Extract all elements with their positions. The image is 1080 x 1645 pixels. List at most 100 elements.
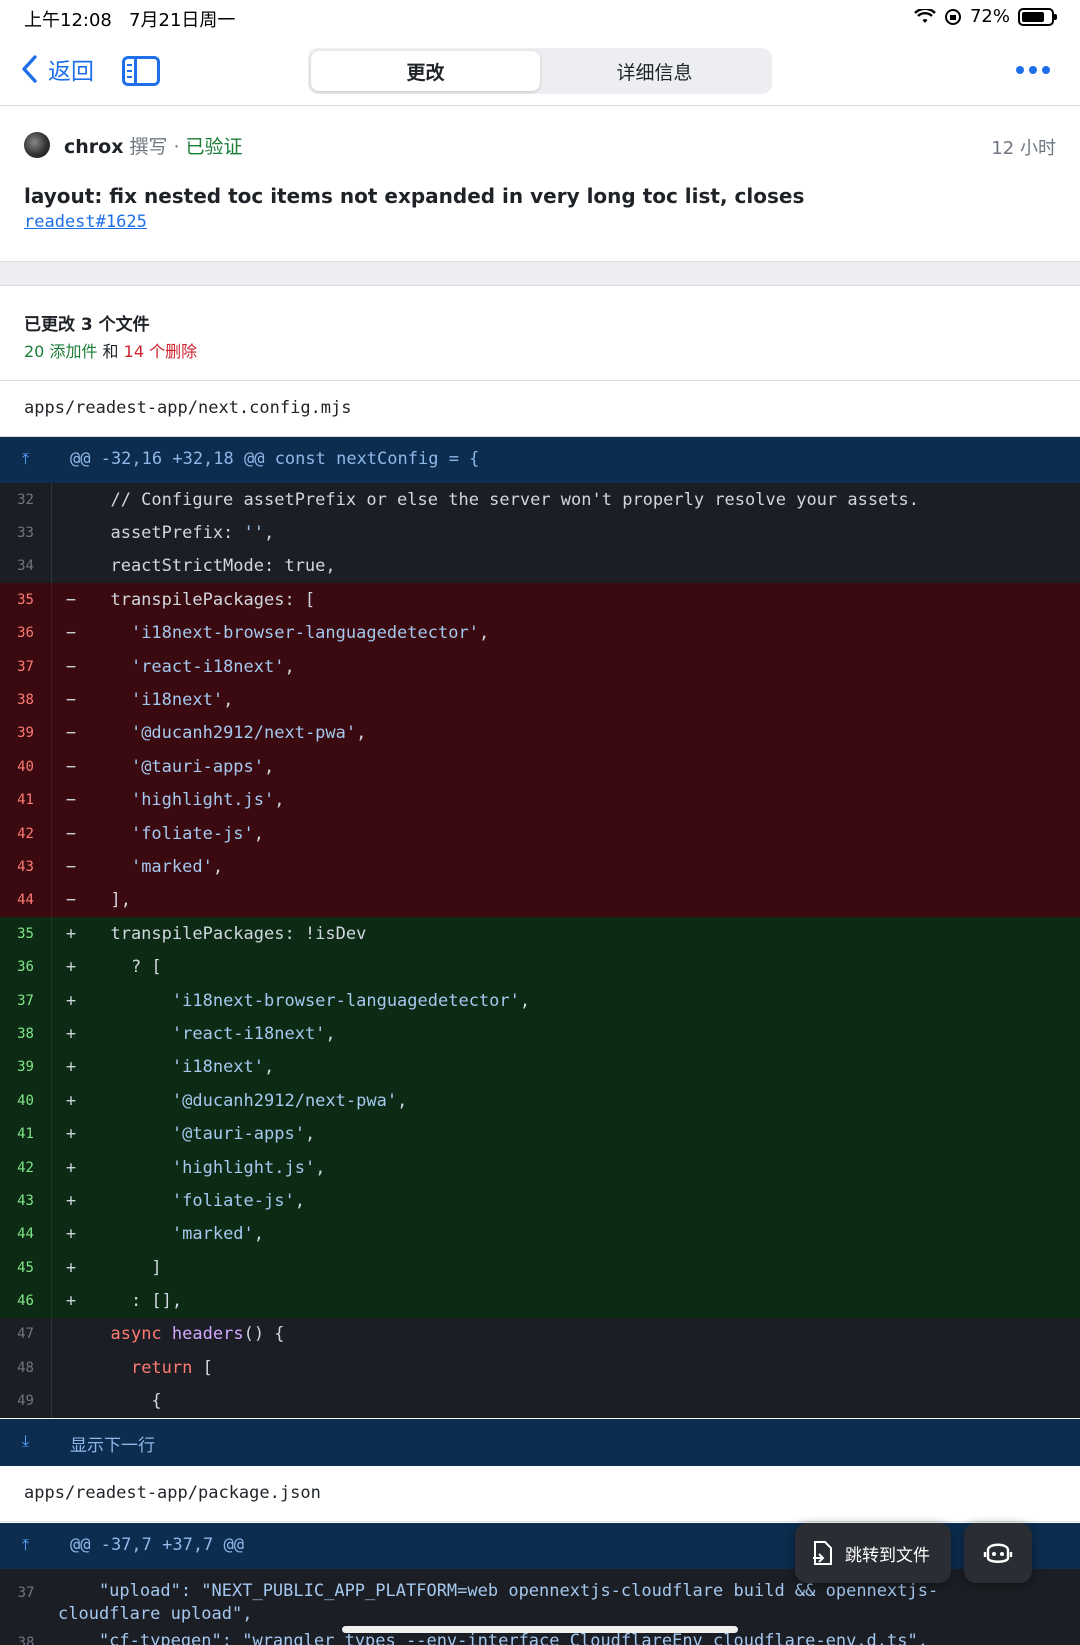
status-bar: 上午12:08 7月21日周一 72% (0, 0, 1080, 36)
line-number: 46 (0, 1284, 52, 1318)
line-number: 41 (0, 783, 52, 817)
author-name[interactable]: chrox (64, 136, 123, 158)
context-line[interactable]: 47 async headers() { (0, 1317, 1080, 1352)
file-header[interactable]: apps/readest-app/next.config.mjs (0, 381, 1080, 437)
line-number: 44 (0, 1217, 52, 1251)
code-line: "upload": "NEXT_PUBLIC_APP_PLATFORM=web … (58, 1581, 939, 1601)
deleted-line[interactable]: 37− 'react-i18next', (0, 649, 1080, 684)
added-line[interactable]: 36 + ? [ (0, 950, 1080, 984)
code-line: 'foliate-js', (171, 1190, 305, 1211)
avatar[interactable] (24, 132, 50, 158)
diff-sign: + (65, 1291, 77, 1312)
code-line: 'react-i18next', (171, 1023, 336, 1044)
commit-header: chrox 撰写 · 已验证 12 小时 layout: fix nested … (0, 106, 1080, 262)
diff-sign: − (65, 756, 77, 777)
verified-badge[interactable]: 已验证 (186, 132, 243, 159)
show-next-line-button[interactable]: ⤓ 显示下一行 (0, 1419, 1080, 1466)
added-line[interactable]: 38 + 'react-i18next', (0, 1017, 1080, 1051)
added-line[interactable]: 41 + '@tauri-apps', (0, 1117, 1080, 1151)
home-indicator (342, 1626, 738, 1633)
chevron-left-icon (22, 55, 37, 83)
code-line: 'i18next-browser-languagedetector', (171, 990, 531, 1011)
line-number: 42 (0, 1150, 52, 1185)
back-button[interactable]: 返回 (18, 52, 94, 86)
code-line: ? [ (90, 957, 162, 978)
more-options-icon[interactable] (1016, 66, 1050, 74)
diff-sign: + (65, 923, 77, 944)
code-line: 'highlight.js', (130, 790, 285, 811)
sidebar-toggle-icon[interactable] (122, 56, 160, 86)
code-line: "cf-typegen": "wrangler types --env-inte… (58, 1631, 928, 1645)
diff-sign: + (65, 1090, 77, 1111)
file-jump-icon (813, 1541, 832, 1565)
context-line[interactable]: 34 reactStrictMode: true, (0, 549, 1080, 584)
code-line: 'marked', (130, 856, 224, 877)
author-line: chrox 撰写 · 已验证 (64, 132, 243, 159)
code-line: 'foliate-js', (130, 823, 265, 844)
deleted-line[interactable]: 35− transpilePackages: [ (0, 583, 1080, 617)
line-number: 49 (0, 1384, 52, 1418)
context-line[interactable]: 33 assetPrefix: '', (0, 516, 1080, 550)
diff-sign: + (65, 1057, 77, 1078)
deleted-line[interactable]: 43− 'marked', (0, 850, 1080, 884)
code-line: async headers() { (110, 1324, 285, 1345)
tab-details[interactable]: 详细信息 (540, 51, 769, 91)
expand-up-icon[interactable]: ⤒ (22, 1535, 42, 1555)
deleted-line[interactable]: 36− 'i18next-browser-languagedetector', (0, 616, 1080, 650)
deleted-line[interactable]: 38− 'i18next', (0, 683, 1080, 717)
added-line[interactable]: 42 + 'highlight.js', (0, 1150, 1080, 1185)
diff-sign: − (65, 723, 77, 744)
added-line[interactable]: 44 + 'marked', (0, 1217, 1080, 1251)
line-number: 43 (0, 850, 52, 884)
copilot-icon (983, 1543, 1013, 1563)
added-line[interactable]: 46 + : [], (0, 1284, 1080, 1318)
status-right: 72% (914, 6, 1057, 27)
code-line: 'i18next', (130, 690, 234, 711)
jump-to-file-label: 跳转到文件 (845, 1545, 930, 1566)
commit-time: 12 小时 (991, 138, 1056, 159)
added-line[interactable]: 35 + transpilePackages: !isDev (0, 917, 1080, 951)
wifi-icon (914, 8, 936, 23)
line-number: 44 (0, 883, 52, 918)
code-line: '@tauri-apps', (130, 756, 275, 777)
context-line[interactable]: 49 { (0, 1384, 1080, 1418)
changes-summary: 已更改 3 个文件 20 添加件 和 14 个删除 (0, 286, 1080, 381)
expand-down-icon: ⤓ (22, 1431, 30, 1450)
file-name: apps/readest-app/package.json (24, 1483, 321, 1503)
navigation-bar: 返回 更改 详细信息 (0, 44, 1080, 106)
diff-sign: + (65, 990, 77, 1011)
code-line: '@ducanh2912/next-pwa', (130, 723, 367, 744)
line-number: 36 (0, 616, 52, 650)
code-line: assetPrefix: '', (90, 523, 275, 544)
deleted-line[interactable]: 41− 'highlight.js', (0, 783, 1080, 817)
code-line: ], (90, 890, 131, 911)
hunk-header[interactable]: ⤒ @@ -32,16 +32,18 @@ const nextConfig =… (0, 437, 1080, 483)
tab-changes[interactable]: 更改 (311, 51, 540, 91)
deleted-line[interactable]: 44− ], (0, 883, 1080, 918)
added-line[interactable]: 37 + 'i18next-browser-languagedetector', (0, 983, 1080, 1018)
line-number: 38 (17, 1635, 35, 1645)
line-number: 47 (0, 1317, 52, 1352)
line-number: 34 (0, 549, 52, 584)
authored-label: 撰写 (129, 136, 168, 158)
deleted-line[interactable]: 40− '@tauri-apps', (0, 750, 1080, 784)
commit-message: layout: fix nested toc items not expande… (24, 184, 805, 208)
issue-link[interactable]: readest#1625 (24, 212, 147, 232)
deleted-line[interactable]: 39− '@ducanh2912/next-pwa', (0, 716, 1080, 751)
file-header[interactable]: apps/readest-app/package.json (0, 1466, 1080, 1522)
added-line[interactable]: 39 + 'i18next', (0, 1050, 1080, 1085)
copilot-button[interactable] (964, 1523, 1032, 1583)
jump-to-file-button[interactable]: 跳转到文件 (795, 1523, 951, 1583)
added-line[interactable]: 43 + 'foliate-js', (0, 1184, 1080, 1218)
added-line[interactable]: 45 + ] (0, 1250, 1080, 1285)
deleted-line[interactable]: 42− 'foliate-js', (0, 816, 1080, 851)
line-number: 43 (0, 1184, 52, 1218)
context-line[interactable]: 48 return [ (0, 1351, 1080, 1385)
expand-up-icon[interactable]: ⤒ (22, 449, 42, 469)
context-line[interactable]: 32 // Configure assetPrefix or else the … (0, 483, 1080, 517)
code-line: reactStrictMode: true, (90, 556, 336, 577)
battery-percent: 72% (969, 6, 1010, 27)
added-line[interactable]: 40 + '@ducanh2912/next-pwa', (0, 1084, 1080, 1118)
files-changed-title: 已更改 3 个文件 (24, 315, 150, 335)
line-number: 37 (0, 983, 52, 1018)
